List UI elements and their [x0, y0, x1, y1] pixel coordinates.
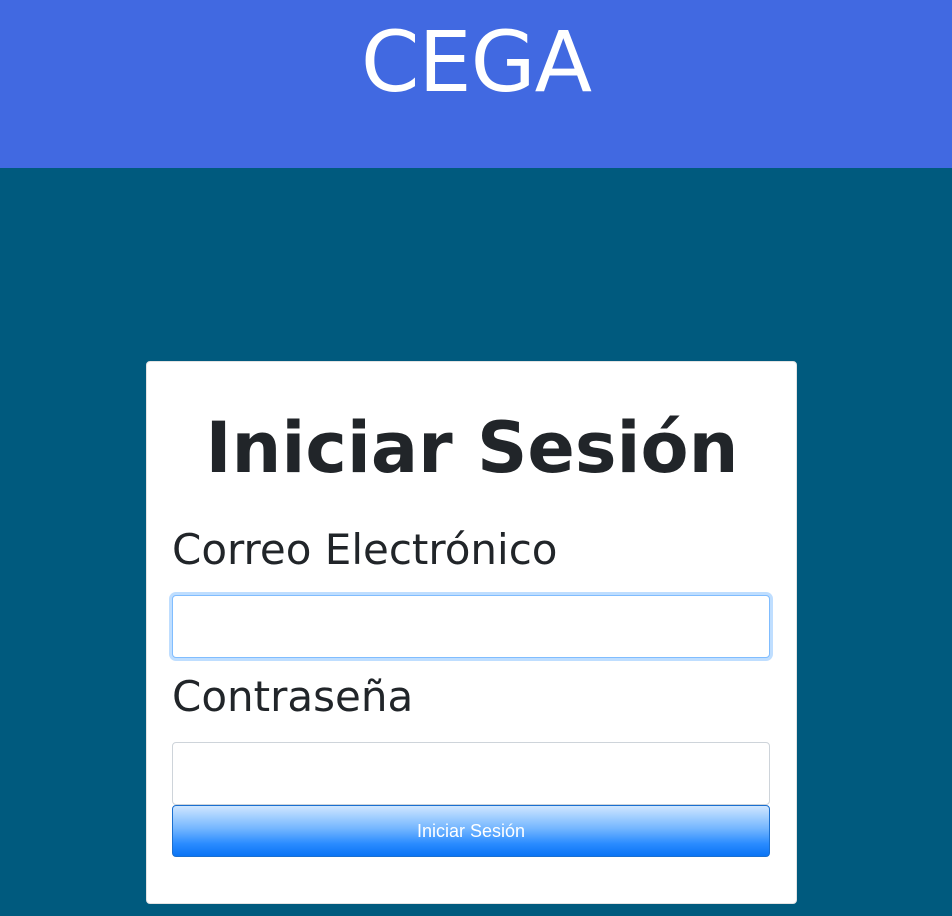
top-header: CEGA — [0, 0, 952, 168]
email-label: Correo Electrónico — [172, 525, 558, 574]
password-field[interactable] — [172, 742, 770, 805]
email-field[interactable] — [172, 595, 770, 658]
login-title: Iniciar Sesión — [205, 407, 739, 489]
brand-title: CEGA — [360, 13, 592, 111]
login-submit-button[interactable]: Iniciar Sesión — [172, 805, 770, 857]
password-label: Contraseña — [172, 672, 414, 721]
